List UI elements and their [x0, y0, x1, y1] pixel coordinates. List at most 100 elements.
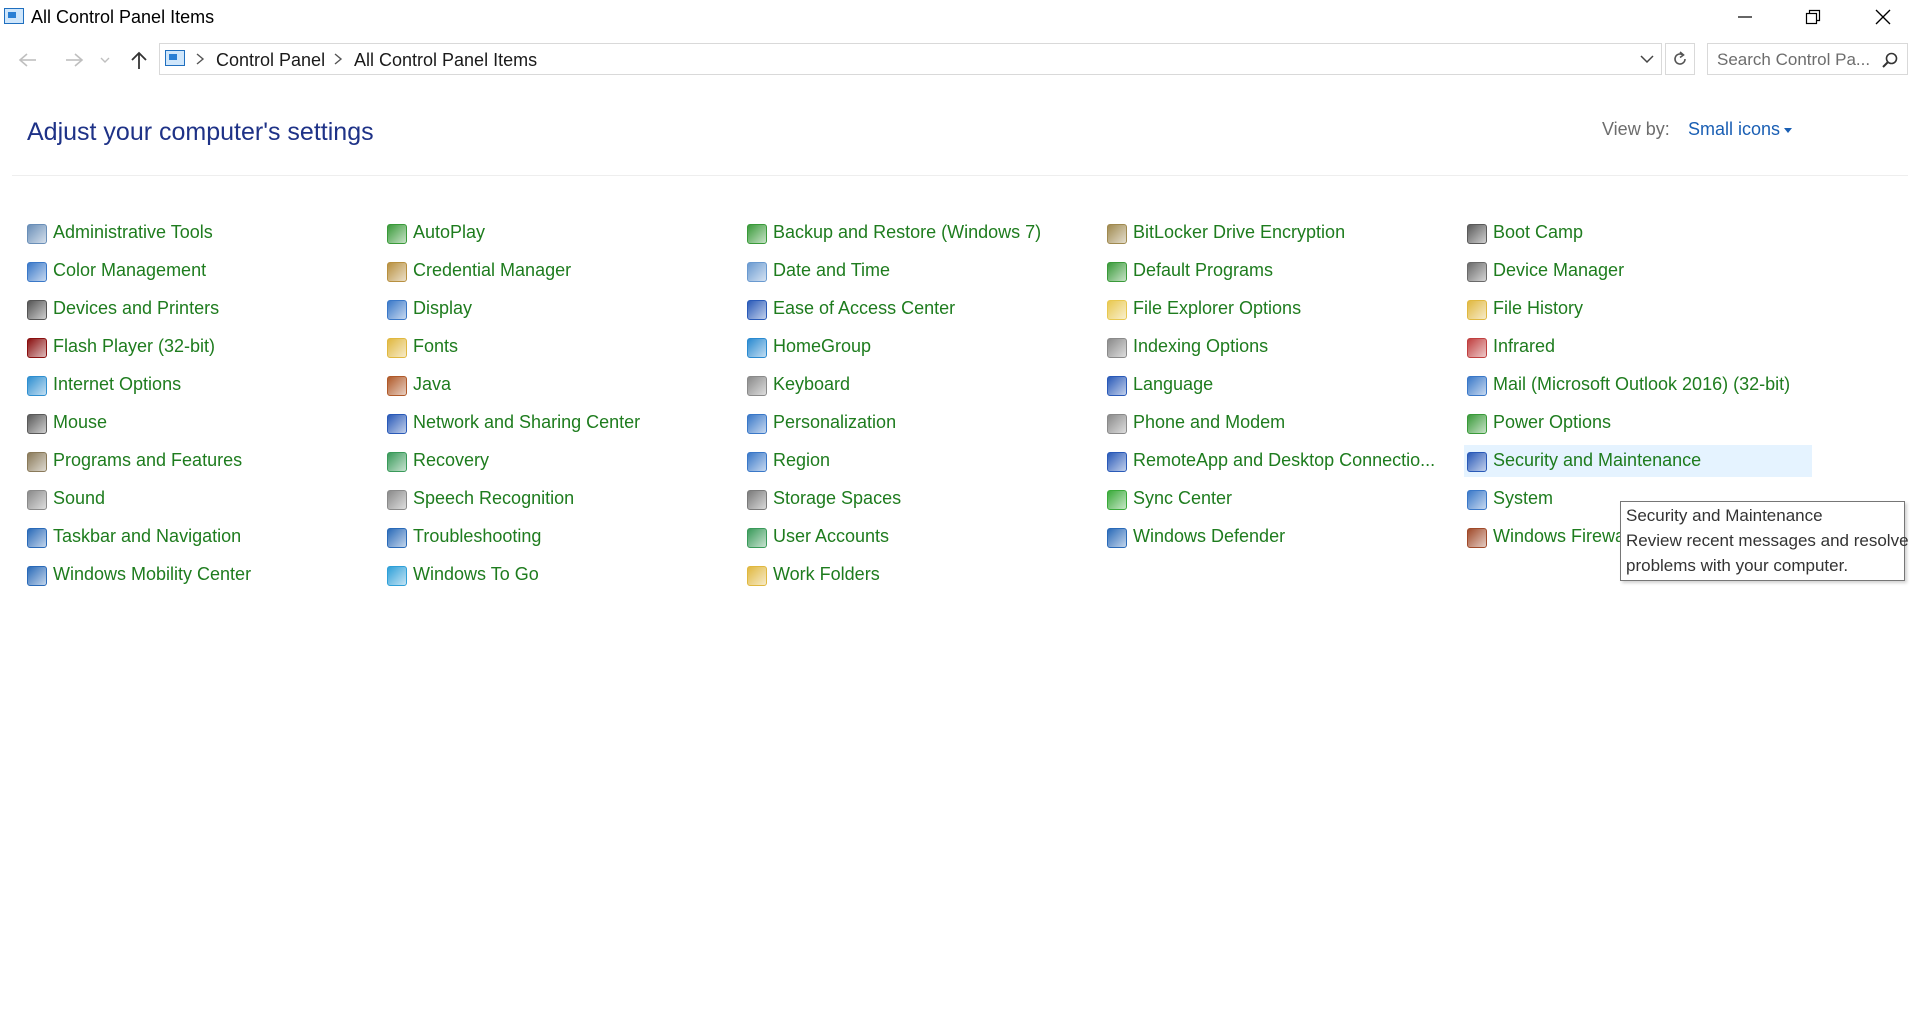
search-box[interactable]: Search Control Pa...: [1707, 43, 1908, 75]
item-label: Internet Options: [53, 374, 182, 394]
close-button[interactable]: [1848, 0, 1918, 34]
up-button[interactable]: [127, 49, 151, 71]
control-panel-item[interactable]: Taskbar and Navigation: [24, 521, 372, 553]
address-bar[interactable]: Control Panel All Control Panel Items: [159, 43, 1662, 75]
view-by-dropdown[interactable]: Small icons: [1688, 119, 1780, 140]
control-panel-item[interactable]: Fonts: [384, 331, 732, 363]
control-panel-item[interactable]: Ease of Access Center: [744, 293, 1092, 325]
item-label: Java: [413, 374, 452, 394]
recent-locations-button[interactable]: [97, 49, 113, 71]
item-label: Mail (Microsoft Outlook 2016) (32-bit): [1493, 374, 1791, 394]
item-label: Color Management: [53, 260, 207, 280]
item-label: Recovery: [413, 450, 490, 470]
credential-manager-icon: [387, 262, 407, 282]
control-panel-item[interactable]: HomeGroup: [744, 331, 1092, 363]
control-panel-item[interactable]: Power Options: [1464, 407, 1812, 439]
control-panel-item[interactable]: Devices and Printers: [24, 293, 372, 325]
sync-center-icon: [1107, 490, 1127, 510]
control-panel-item[interactable]: Windows Mobility Center: [24, 559, 372, 591]
control-panel-item[interactable]: Windows Defender: [1104, 521, 1452, 553]
control-panel-item[interactable]: Default Programs: [1104, 255, 1452, 287]
control-panel-item[interactable]: Flash Player (32-bit): [24, 331, 372, 363]
search-icon[interactable]: [1881, 51, 1899, 69]
control-panel-item[interactable]: Programs and Features: [24, 445, 372, 477]
control-panel-item[interactable]: Keyboard: [744, 369, 1092, 401]
item-label: Flash Player (32-bit): [53, 336, 216, 356]
control-panel-item[interactable]: RemoteApp and Desktop Connectio...: [1104, 445, 1452, 477]
control-panel-item[interactable]: Phone and Modem: [1104, 407, 1452, 439]
control-panel-item[interactable]: Infrared: [1464, 331, 1812, 363]
item-label: Administrative Tools: [53, 222, 213, 242]
control-panel-item[interactable]: User Accounts: [744, 521, 1092, 553]
minimize-button[interactable]: [1710, 0, 1780, 34]
control-panel-item[interactable]: Administrative Tools: [24, 217, 372, 249]
backup-restore-icon: [747, 224, 767, 244]
control-panel-item[interactable]: AutoPlay: [384, 217, 732, 249]
back-button[interactable]: [16, 49, 40, 71]
tooltip-line: problems with your computer.: [1626, 556, 1849, 575]
item-label: Taskbar and Navigation: [53, 526, 242, 546]
work-folders-icon: [747, 566, 767, 586]
control-panel-item[interactable]: Security and Maintenance: [1464, 445, 1812, 477]
control-panel-item[interactable]: Display: [384, 293, 732, 325]
control-panel-item[interactable]: Sound: [24, 483, 372, 515]
default-programs-icon: [1107, 262, 1127, 282]
control-panel-item[interactable]: Windows To Go: [384, 559, 732, 591]
refresh-button[interactable]: [1665, 43, 1695, 75]
view-by-label: View by:: [1602, 119, 1670, 139]
control-panel-item[interactable]: Recovery: [384, 445, 732, 477]
item-label: Default Programs: [1133, 260, 1274, 280]
control-panel-item[interactable]: Speech Recognition: [384, 483, 732, 515]
control-panel-item[interactable]: Work Folders: [744, 559, 1092, 591]
control-panel-item[interactable]: BitLocker Drive Encryption: [1104, 217, 1452, 249]
chevron-right-icon: [196, 53, 205, 65]
fonts-icon: [387, 338, 407, 358]
control-panel-item[interactable]: Sync Center: [1104, 483, 1452, 515]
power-options-icon: [1467, 414, 1487, 434]
control-panel-item[interactable]: Indexing Options: [1104, 331, 1452, 363]
item-label: Speech Recognition: [413, 488, 575, 508]
control-panel-item[interactable]: Region: [744, 445, 1092, 477]
control-panel-item[interactable]: Color Management: [24, 255, 372, 287]
minimize-icon: [1738, 16, 1752, 18]
window-title: All Control Panel Items: [31, 7, 215, 27]
control-panel-item[interactable]: Mail (Microsoft Outlook 2016) (32-bit): [1464, 369, 1812, 401]
caret-down-icon[interactable]: [1784, 128, 1792, 133]
restore-button[interactable]: [1778, 0, 1848, 34]
programs-features-icon: [27, 452, 47, 472]
control-panel-item[interactable]: Date and Time: [744, 255, 1092, 287]
tooltip: Security and Maintenance Review recent m…: [1620, 501, 1909, 581]
control-panel-item[interactable]: Troubleshooting: [384, 521, 732, 553]
item-label: Devices and Printers: [53, 298, 220, 318]
control-panel-item[interactable]: Mouse: [24, 407, 372, 439]
administrative-tools-icon: [27, 224, 47, 244]
control-panel-item[interactable]: File History: [1464, 293, 1812, 325]
arrow-right-icon: [66, 53, 84, 67]
control-panel-item[interactable]: Device Manager: [1464, 255, 1812, 287]
control-panel-item[interactable]: Backup and Restore (Windows 7): [744, 217, 1092, 249]
item-label: Credential Manager: [413, 260, 572, 280]
breadcrumb-all-items[interactable]: All Control Panel Items: [354, 50, 537, 71]
item-label: Network and Sharing Center: [413, 412, 641, 432]
control-panel-item[interactable]: Internet Options: [24, 369, 372, 401]
control-panel-item[interactable]: Network and Sharing Center: [384, 407, 732, 439]
control-panel-item[interactable]: Storage Spaces: [744, 483, 1092, 515]
search-input[interactable]: Search Control Pa...: [1717, 50, 1870, 70]
chevron-right-icon[interactable]: [332, 52, 344, 66]
recovery-icon: [387, 452, 407, 472]
forward-button[interactable]: [62, 49, 86, 71]
arrow-up-icon: [131, 51, 147, 69]
control-panel-item[interactable]: Boot Camp: [1464, 217, 1812, 249]
control-panel-item[interactable]: Java: [384, 369, 732, 401]
breadcrumb-control-panel[interactable]: Control Panel: [216, 50, 325, 71]
control-panel-item[interactable]: Personalization: [744, 407, 1092, 439]
item-label: Personalization: [773, 412, 897, 432]
control-panel-item[interactable]: Credential Manager: [384, 255, 732, 287]
chevron-down-icon[interactable]: [1639, 52, 1655, 66]
item-label: Boot Camp: [1493, 222, 1584, 242]
user-accounts-icon: [747, 528, 767, 548]
control-panel-item[interactable]: File Explorer Options: [1104, 293, 1452, 325]
control-panel-item[interactable]: Language: [1104, 369, 1452, 401]
tooltip-title: Security and Maintenance: [1626, 506, 1823, 525]
sound-icon: [27, 490, 47, 510]
